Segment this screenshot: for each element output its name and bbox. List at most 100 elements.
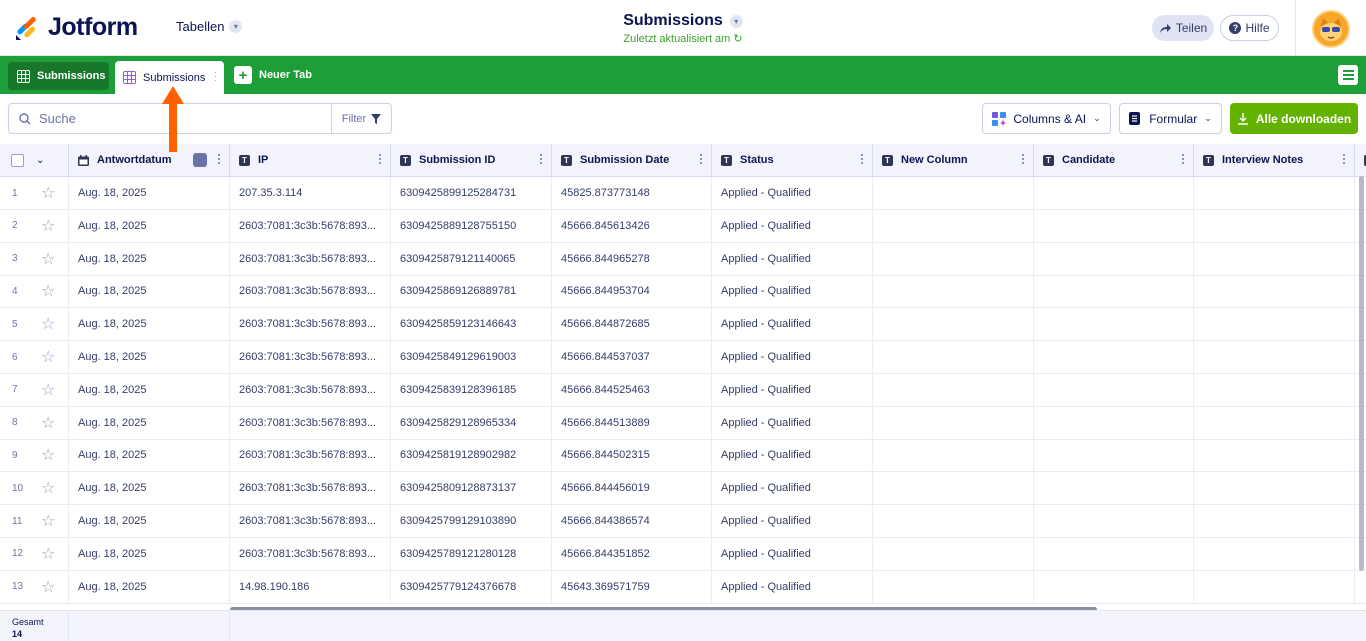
help-button[interactable]: ? Hilfe: [1220, 15, 1279, 41]
submission-date-cell[interactable]: 45666.844537037: [552, 341, 712, 373]
column-header-submission-date[interactable]: T Submission Date: [552, 144, 712, 176]
new-column-cell[interactable]: [873, 505, 1034, 537]
status-cell[interactable]: Applied - Qualified: [712, 505, 873, 537]
antwortdatum-cell[interactable]: Aug. 18, 2025: [69, 242, 230, 275]
status-cell[interactable]: Applied - Qualified: [712, 537, 873, 570]
candidate-cell[interactable]: [1034, 570, 1194, 603]
ip-cell[interactable]: 2603:7081:3c3b:5678:893...: [230, 209, 391, 242]
submission-id-cell[interactable]: 6309425869126889781: [391, 275, 552, 308]
column-options-icon[interactable]: [379, 154, 382, 164]
candidate-cell[interactable]: [1034, 439, 1194, 472]
submission-id-cell[interactable]: 6309425839128396185: [391, 373, 552, 406]
workspace-switcher[interactable]: Tabellen ▾: [176, 19, 243, 34]
column-header-new-column[interactable]: T New Column: [873, 144, 1034, 176]
share-button[interactable]: Teilen: [1152, 15, 1214, 41]
table-row[interactable]: 4 ☆ Aug. 18, 2025 2603:7081:3c3b:5678:893..…: [0, 275, 1366, 309]
star-icon[interactable]: ☆: [41, 380, 55, 400]
submission-id-cell[interactable]: 6309425849129619003: [391, 341, 552, 373]
vertical-scrollbar[interactable]: [1359, 176, 1364, 571]
user-avatar[interactable]: [1312, 10, 1350, 48]
new-column-cell[interactable]: [873, 209, 1034, 242]
table-row[interactable]: 3 ☆ Aug. 18, 2025 2603:7081:3c3b:5678:893..…: [0, 242, 1366, 276]
star-icon[interactable]: ☆: [41, 511, 55, 531]
column-options-icon[interactable]: [861, 154, 864, 164]
star-icon[interactable]: ☆: [41, 216, 55, 236]
ip-cell[interactable]: 2603:7081:3c3b:5678:893...: [230, 242, 391, 275]
column-header-submission-id[interactable]: T Submission ID: [391, 144, 552, 176]
submission-date-cell[interactable]: 45825.873773148: [552, 177, 712, 209]
interview-notes-cell[interactable]: [1194, 505, 1355, 537]
candidate-cell[interactable]: [1034, 242, 1194, 275]
star-icon[interactable]: ☆: [41, 347, 55, 367]
submission-id-cell[interactable]: 6309425809128873137: [391, 472, 552, 505]
interview-notes-cell[interactable]: [1194, 242, 1355, 275]
column-options-icon[interactable]: [1343, 154, 1346, 164]
ip-cell[interactable]: 2603:7081:3c3b:5678:893...: [230, 439, 391, 472]
interview-notes-cell[interactable]: [1194, 209, 1355, 242]
status-cell[interactable]: Applied - Qualified: [712, 177, 873, 209]
candidate-cell[interactable]: [1034, 472, 1194, 505]
antwortdatum-cell[interactable]: Aug. 18, 2025: [69, 505, 230, 537]
interview-notes-cell[interactable]: [1194, 373, 1355, 406]
star-icon[interactable]: ☆: [41, 183, 55, 203]
candidate-cell[interactable]: [1034, 373, 1194, 406]
status-cell[interactable]: Applied - Qualified: [712, 242, 873, 275]
column-header-candidate[interactable]: T Candidate: [1034, 144, 1194, 176]
download-all-button[interactable]: Alle downloaden: [1230, 103, 1358, 134]
star-icon[interactable]: ☆: [41, 445, 55, 465]
antwortdatum-cell[interactable]: Aug. 18, 2025: [69, 373, 230, 406]
ip-cell[interactable]: 2603:7081:3c3b:5678:893...: [230, 373, 391, 406]
antwortdatum-cell[interactable]: Aug. 18, 2025: [69, 439, 230, 472]
form-button[interactable]: Formular ⌄: [1119, 103, 1222, 134]
submission-date-cell[interactable]: 45666.844456019: [552, 472, 712, 505]
interview-notes-cell[interactable]: [1194, 570, 1355, 603]
interview-notes-cell[interactable]: [1194, 177, 1355, 209]
candidate-cell[interactable]: [1034, 406, 1194, 439]
status-cell[interactable]: Applied - Qualified: [712, 209, 873, 242]
star-icon[interactable]: ☆: [41, 413, 55, 433]
submission-date-cell[interactable]: 45666.845613426: [552, 209, 712, 242]
star-icon[interactable]: ☆: [41, 281, 55, 301]
antwortdatum-cell[interactable]: Aug. 18, 2025: [69, 275, 230, 308]
table-row[interactable]: 11 ☆ Aug. 18, 2025 2603:7081:3c3b:5678:893.…: [0, 505, 1366, 538]
column-header-ip[interactable]: T IP: [230, 144, 391, 176]
submission-id-cell[interactable]: 6309425819128902982: [391, 439, 552, 472]
table-row[interactable]: 9 ☆ Aug. 18, 2025 2603:7081:3c3b:5678:893..…: [0, 439, 1366, 473]
column-header-status[interactable]: T Status: [712, 144, 873, 176]
submission-date-cell[interactable]: 45666.844953704: [552, 275, 712, 308]
submission-date-cell[interactable]: 45666.844965278: [552, 242, 712, 275]
star-icon[interactable]: ☆: [41, 577, 55, 597]
submission-date-cell[interactable]: 45643.369571759: [552, 570, 712, 603]
antwortdatum-cell[interactable]: Aug. 18, 2025: [69, 472, 230, 505]
tab-options-icon[interactable]: · · ·: [214, 68, 217, 86]
interview-notes-cell[interactable]: [1194, 308, 1355, 341]
star-icon[interactable]: ☆: [41, 544, 55, 564]
new-column-cell[interactable]: [873, 439, 1034, 472]
submission-id-cell[interactable]: 6309425879121140065: [391, 242, 552, 275]
hamburger-menu-button[interactable]: [1338, 65, 1358, 85]
antwortdatum-cell[interactable]: Aug. 18, 2025: [69, 570, 230, 603]
filter-button[interactable]: Filter: [331, 103, 392, 134]
ip-cell[interactable]: 2603:7081:3c3b:5678:893...: [230, 341, 391, 373]
submission-id-cell[interactable]: 6309425859123146643: [391, 308, 552, 341]
submission-date-cell[interactable]: 45666.844386574: [552, 505, 712, 537]
chevron-down-icon[interactable]: ⌄: [36, 155, 44, 166]
antwortdatum-cell[interactable]: Aug. 18, 2025: [69, 537, 230, 570]
new-column-cell[interactable]: [873, 472, 1034, 505]
table-row[interactable]: 6 ☆ Aug. 18, 2025 2603:7081:3c3b:5678:893..…: [0, 341, 1366, 374]
ip-cell[interactable]: 2603:7081:3c3b:5678:893...: [230, 537, 391, 570]
table-row[interactable]: 13 ☆ Aug. 18, 2025 14.98.190.186 63094257791…: [0, 570, 1366, 604]
column-header-antwortdatum[interactable]: Antwortdatum: [69, 144, 230, 176]
antwortdatum-cell[interactable]: Aug. 18, 2025: [69, 406, 230, 439]
interview-notes-cell[interactable]: [1194, 341, 1355, 373]
select-all-checkbox[interactable]: [11, 153, 24, 167]
antwortdatum-cell[interactable]: Aug. 18, 2025: [69, 308, 230, 341]
candidate-cell[interactable]: [1034, 275, 1194, 308]
submission-date-cell[interactable]: 45666.844525463: [552, 373, 712, 406]
column-header-interview-notes[interactable]: T Interview Notes: [1194, 144, 1355, 176]
status-cell[interactable]: Applied - Qualified: [712, 308, 873, 341]
star-icon[interactable]: ☆: [41, 249, 55, 269]
antwortdatum-cell[interactable]: Aug. 18, 2025: [69, 177, 230, 209]
new-column-cell[interactable]: [873, 341, 1034, 373]
column-options-icon[interactable]: [700, 154, 703, 164]
